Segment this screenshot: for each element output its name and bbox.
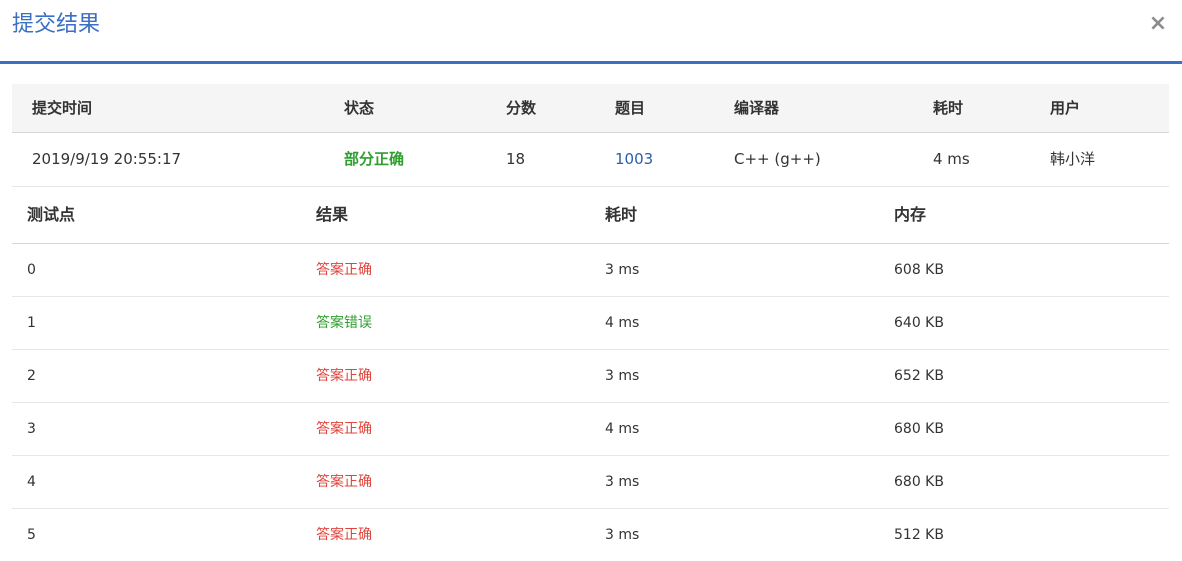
status-badge: 部分正确: [344, 150, 405, 168]
case-rows: 0 答案正确 3 ms 608 KB 1 答案错误 4 ms 640 KB 2 答案正确 3 ms 6…: [12, 244, 1169, 561]
header-problem: 题目: [615, 99, 646, 117]
summary-header-row: 提交时间 状态 分数 题目 编译器 耗时 用户: [12, 84, 1169, 133]
case-result: 答案正确: [316, 527, 372, 543]
header-time: 耗时: [605, 205, 638, 224]
submission-summary-table: 提交时间 状态 分数 题目 编译器 耗时 用户 2019/9/19 20:55:…: [12, 84, 1169, 187]
test-point-id: 1: [27, 315, 36, 331]
test-case-table: 测试点 结果 耗时 内存 0 答案正确 3 ms 608 KB 1 答案错误 4 ms 640…: [12, 186, 1169, 561]
header-test-point: 测试点: [27, 205, 76, 224]
header-memory: 内存: [894, 205, 927, 224]
score-value: 18: [506, 150, 526, 168]
case-memory: 512 KB: [894, 527, 944, 543]
case-time: 4 ms: [605, 421, 640, 437]
close-icon[interactable]: ×: [1148, 12, 1168, 36]
table-row: 3 答案正确 4 ms 680 KB: [12, 403, 1169, 456]
cases-header-row: 测试点 结果 耗时 内存: [12, 186, 1169, 244]
header-status: 状态: [344, 99, 375, 117]
submit-time: 2019/9/19 20:55:17: [32, 150, 182, 168]
header-elapsed: 耗时: [933, 99, 964, 117]
summary-data-row: 2019/9/19 20:55:17 部分正确 18 1003 C++ (g++…: [12, 133, 1169, 187]
case-time: 3 ms: [605, 474, 640, 490]
case-result: 答案正确: [316, 421, 372, 437]
case-memory: 608 KB: [894, 262, 944, 278]
header-score: 分数: [506, 99, 537, 117]
case-memory: 652 KB: [894, 368, 944, 384]
header-submit-time: 提交时间: [32, 99, 93, 117]
case-time: 3 ms: [605, 527, 640, 543]
header-compiler: 编译器: [734, 99, 780, 117]
case-time: 4 ms: [605, 315, 640, 331]
table-row: 2 答案正确 3 ms 652 KB: [12, 350, 1169, 403]
case-time: 3 ms: [605, 262, 640, 278]
problem-link[interactable]: 1003: [615, 133, 653, 186]
table-row: 0 答案正确 3 ms 608 KB: [12, 244, 1169, 297]
header-result: 结果: [316, 205, 349, 224]
header-user: 用户: [1050, 99, 1081, 117]
case-result: 答案正确: [316, 368, 372, 384]
modal-title: 提交结果: [12, 12, 101, 37]
test-point-id: 0: [27, 262, 36, 278]
table-row: 1 答案错误 4 ms 640 KB: [12, 297, 1169, 350]
case-result: 答案错误: [316, 315, 372, 331]
user-name: 韩小洋: [1050, 150, 1096, 168]
table-row: 5 答案正确 3 ms 512 KB: [12, 509, 1169, 561]
test-point-id: 4: [27, 474, 36, 490]
case-memory: 680 KB: [894, 474, 944, 490]
case-memory: 680 KB: [894, 421, 944, 437]
test-point-id: 5: [27, 527, 36, 543]
table-row: 4 答案正确 3 ms 680 KB: [12, 456, 1169, 509]
modal-header: 提交结果 ×: [0, 0, 1182, 64]
case-result: 答案正确: [316, 262, 372, 278]
submission-result-modal: 提交结果 × 提交时间 状态 分数 题目 编译器 耗时 用户 2019/9/19…: [0, 0, 1182, 561]
test-point-id: 2: [27, 368, 36, 384]
test-point-id: 3: [27, 421, 36, 437]
case-memory: 640 KB: [894, 315, 944, 331]
elapsed-value: 4 ms: [933, 150, 970, 168]
case-result: 答案正确: [316, 474, 372, 490]
compiler-value: C++ (g++): [734, 150, 821, 168]
case-time: 3 ms: [605, 368, 640, 384]
